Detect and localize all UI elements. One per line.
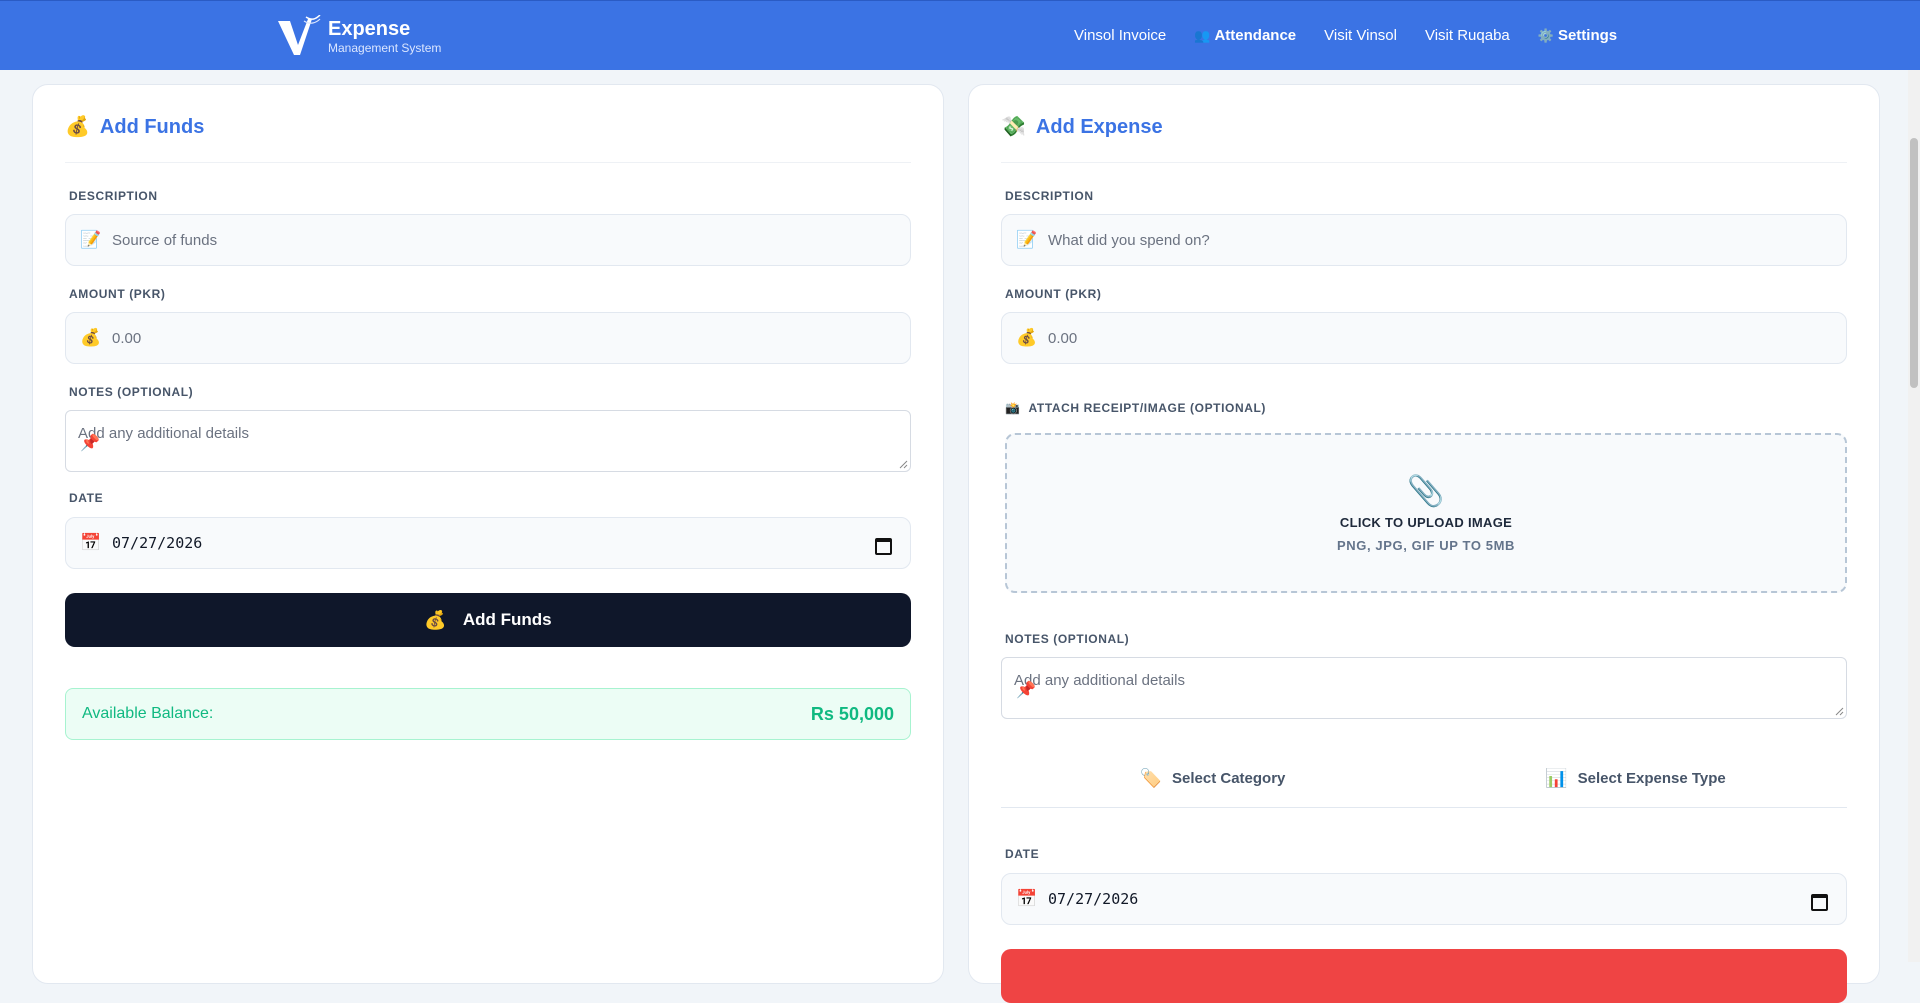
- funds-date-value[interactable]: 07/27/2026: [112, 534, 874, 552]
- money-bag-icon: 💰: [1016, 328, 1038, 347]
- tag-icon: 🏷️: [1139, 768, 1163, 788]
- expense-date-field[interactable]: 📅 07/27/2026: [1001, 873, 1847, 925]
- add-expense-card: 💸 Add Expense DESCRIPTION 📝 AMOUNT (PKR)…: [968, 84, 1880, 1003]
- memo-icon: 📝: [80, 230, 102, 249]
- logo-v-icon: [278, 15, 321, 55]
- expense-notes-textarea[interactable]: Add any additional details 📌: [1001, 657, 1847, 719]
- brand-logo[interactable]: Expense Management System: [276, 15, 441, 57]
- scrollbar-thumb[interactable]: [1910, 138, 1918, 388]
- add-expense-header: 💸 Add Expense: [1001, 115, 1847, 163]
- upload-instruction: CLICK TO UPLOAD IMAGE: [1339, 514, 1513, 530]
- funds-description-label: DESCRIPTION: [69, 189, 158, 203]
- money-bag-icon: 💰: [65, 116, 90, 138]
- money-bag-icon: 💰: [424, 609, 447, 630]
- paperclip-icon: 📎: [1407, 474, 1445, 508]
- attach-receipt-label: 📸 ATTACH RECEIPT/IMAGE (OPTIONAL): [1005, 401, 1267, 415]
- users-icon: 👥: [1194, 27, 1211, 43]
- top-navbar: Expense Management System Vinsol Invoice…: [0, 0, 1920, 70]
- memo-icon: 📝: [1016, 230, 1038, 249]
- funds-notes-placeholder: Add any additional details: [78, 425, 249, 442]
- expense-amount-field[interactable]: 💰: [1001, 312, 1847, 364]
- expense-notes-label: NOTES (OPTIONAL): [1005, 632, 1130, 646]
- page-scrollbar[interactable]: [1908, 70, 1920, 962]
- add-expense-button[interactable]: [1001, 949, 1847, 1003]
- add-expense-title: Add Expense: [1035, 116, 1163, 138]
- gear-icon: ⚙️: [1537, 27, 1554, 43]
- main-nav: Vinsol Invoice 👥 Attendance Visit Vinsol …: [1074, 27, 1645, 44]
- pushpin-icon: 📌: [1016, 682, 1036, 699]
- category-type-selectors: 🏷️ Select Category 📊 Select Expense Type: [1001, 750, 1847, 808]
- funds-notes-label: NOTES (OPTIONAL): [69, 385, 194, 399]
- upload-hint: PNG, JPG, GIF UP TO 5MB: [1336, 537, 1516, 553]
- funds-date-field[interactable]: 📅 07/27/2026: [65, 517, 911, 569]
- expense-date-label: DATE: [1005, 847, 1040, 861]
- brand-title: Expense: [328, 17, 411, 40]
- expense-description-field[interactable]: 📝: [1001, 214, 1847, 266]
- add-funds-button-label: Add Funds: [462, 610, 552, 629]
- brand-subtitle: Management System: [328, 40, 442, 55]
- calendar-icon: 📅: [80, 533, 102, 552]
- funds-amount-input[interactable]: [112, 329, 910, 347]
- funds-amount-label: AMOUNT (PKR): [69, 287, 166, 301]
- date-picker-icon[interactable]: [1810, 891, 1828, 911]
- add-funds-title: Add Funds: [99, 116, 205, 138]
- nav-settings[interactable]: ⚙️ Settings: [1538, 27, 1617, 44]
- resize-grip-icon[interactable]: [1834, 706, 1844, 716]
- select-category-button[interactable]: 🏷️ Select Category: [1001, 750, 1424, 807]
- nav-attendance[interactable]: 👥 Attendance: [1194, 27, 1296, 44]
- funds-date-label: DATE: [69, 491, 104, 505]
- available-balance-label: Available Balance:: [82, 705, 214, 722]
- money-with-wings-icon: 💸: [1001, 116, 1026, 138]
- available-balance-value: Rs 50,000: [810, 703, 894, 724]
- nav-visit-vinsol[interactable]: Visit Vinsol: [1324, 27, 1397, 44]
- expense-date-value[interactable]: 07/27/2026: [1048, 890, 1810, 908]
- funds-amount-field[interactable]: 💰: [65, 312, 911, 364]
- add-funds-button[interactable]: 💰 Add Funds: [65, 593, 911, 647]
- pushpin-icon: 📌: [80, 435, 100, 452]
- add-funds-header: 💰 Add Funds: [65, 115, 911, 163]
- expense-description-input[interactable]: [1048, 231, 1846, 249]
- select-expense-type-button[interactable]: 📊 Select Expense Type: [1424, 750, 1847, 807]
- calendar-icon: 📅: [1016, 889, 1038, 908]
- resize-grip-icon[interactable]: [898, 459, 908, 469]
- money-bag-icon: 💰: [80, 328, 102, 347]
- funds-description-input[interactable]: [112, 231, 910, 249]
- nav-vinsol-invoice[interactable]: Vinsol Invoice: [1074, 27, 1166, 44]
- camera-icon: 📸: [1005, 401, 1021, 415]
- expense-amount-input[interactable]: [1048, 329, 1846, 347]
- date-picker-icon[interactable]: [874, 535, 892, 555]
- expense-description-label: DESCRIPTION: [1005, 189, 1094, 203]
- available-balance-box: Available Balance: Rs 50,000: [65, 688, 911, 740]
- expense-notes-placeholder: Add any additional details: [1014, 672, 1185, 689]
- add-funds-card: 💰 Add Funds DESCRIPTION 📝 AMOUNT (PKR) 💰…: [32, 84, 944, 984]
- nav-visit-ruqaba[interactable]: Visit Ruqaba: [1425, 27, 1510, 44]
- funds-notes-textarea[interactable]: Add any additional details 📌: [65, 410, 911, 472]
- expense-amount-label: AMOUNT (PKR): [1005, 287, 1102, 301]
- bar-chart-icon: 📊: [1545, 768, 1568, 788]
- receipt-upload-dropzone[interactable]: 📎 CLICK TO UPLOAD IMAGE PNG, JPG, GIF UP…: [1005, 433, 1847, 593]
- funds-description-field[interactable]: 📝: [65, 214, 911, 266]
